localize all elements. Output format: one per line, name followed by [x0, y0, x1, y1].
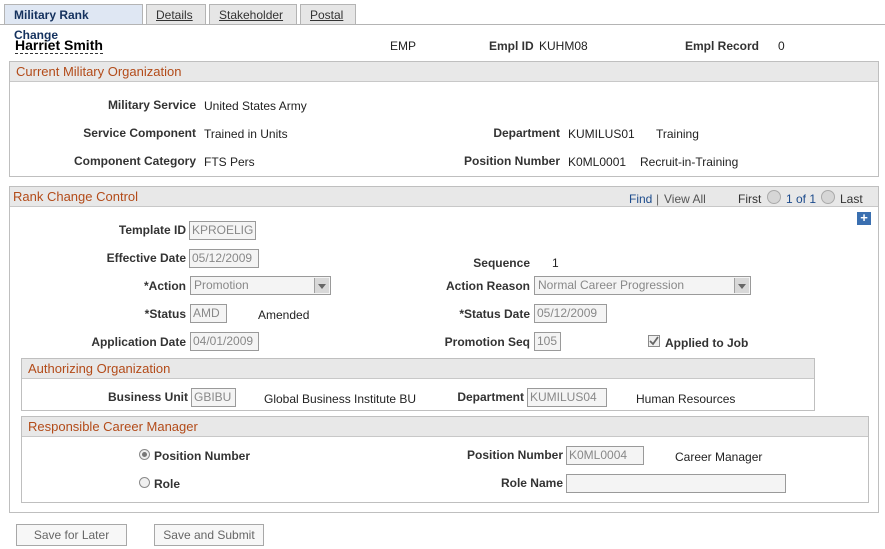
tab-stakeholder[interactable]: Stakeholder: [209, 4, 297, 24]
action-reason-select[interactable]: Normal Career Progression: [534, 276, 751, 295]
authorizing-department-field[interactable]: KUMILUS04: [527, 388, 607, 407]
role-radio[interactable]: [139, 477, 150, 488]
status-date-field[interactable]: 05/12/2009: [534, 304, 607, 323]
view-all-link[interactable]: View All: [664, 192, 706, 206]
action-label: *Action: [144, 279, 186, 293]
nav-separator: |: [656, 192, 660, 206]
chevron-down-icon: [314, 278, 329, 293]
employee-type: EMP: [390, 39, 417, 53]
last-label: Last: [840, 192, 863, 206]
promotion-seq-label: Promotion Seq: [444, 335, 530, 349]
authorizing-department-name: Human Resources: [636, 392, 736, 406]
status-label: *Status: [144, 307, 186, 321]
position-number-radio[interactable]: [139, 449, 150, 460]
career-manager-header: Responsible Career Manager: [22, 417, 868, 437]
save-and-submit-button[interactable]: Save and Submit: [154, 524, 264, 546]
military-service-value: United States Army: [204, 99, 307, 113]
service-component-label: Service Component: [83, 126, 196, 140]
status-field[interactable]: AMD: [190, 304, 227, 323]
applied-to-job-checkbox[interactable]: [648, 335, 660, 347]
position-number-radio-label: Position Number: [154, 449, 251, 463]
authorizing-org-header: Authorizing Organization: [22, 359, 814, 379]
template-id-field[interactable]: KPROELIG: [189, 221, 256, 240]
action-select-value: Promotion: [194, 278, 249, 292]
department-name: Training: [656, 127, 699, 141]
first-label: First: [738, 192, 762, 206]
service-component-value: Trained in Units: [204, 127, 288, 141]
department-code: KUMILUS01: [568, 127, 635, 141]
empl-id-value: KUHM08: [539, 39, 588, 53]
business-unit-label: Business Unit: [107, 390, 188, 404]
career-position-number-label: Position Number: [466, 448, 563, 462]
applied-to-job-label: Applied to Job: [665, 336, 749, 350]
status-date-label: *Status Date: [459, 307, 530, 321]
empl-record-label: Empl Record: [685, 39, 760, 53]
effective-date-field[interactable]: 05/12/2009: [189, 249, 259, 268]
business-unit-name: Global Business Institute BU: [264, 392, 417, 406]
previous-icon[interactable]: [767, 190, 781, 204]
career-position-name: Career Manager: [675, 450, 763, 464]
tab-military-rank-change[interactable]: Military Rank Change: [4, 4, 143, 42]
empl-id-label: Empl ID: [489, 39, 534, 53]
department-label: Department: [493, 126, 560, 140]
application-date-field[interactable]: 04/01/2009: [190, 332, 259, 351]
position-name: Recruit-in-Training: [640, 155, 739, 169]
add-row-icon[interactable]: +: [857, 211, 871, 225]
authorizing-department-label: Department: [457, 390, 524, 404]
employee-name: Harriet Smith: [15, 37, 103, 54]
template-id-label: Template ID: [118, 223, 186, 237]
tab-details[interactable]: Details: [146, 4, 206, 24]
role-radio-label: Role: [154, 477, 181, 491]
checkmark-icon: [649, 336, 659, 346]
career-position-number-field[interactable]: K0ML0004: [566, 446, 644, 465]
tab-postal[interactable]: Postal: [300, 4, 356, 24]
component-category-label: Component Category: [73, 154, 196, 168]
current-military-org-header: Current Military Organization: [10, 62, 878, 82]
position-number-label: Position Number: [463, 154, 560, 168]
position-number-value: K0ML0001: [568, 155, 627, 169]
next-icon[interactable]: [821, 190, 835, 204]
find-link[interactable]: Find: [629, 192, 652, 206]
component-category-value: FTS Pers: [204, 155, 255, 169]
chevron-down-icon: [734, 278, 749, 293]
empl-record-value: 0: [778, 39, 785, 53]
save-for-later-button[interactable]: Save for Later: [16, 524, 127, 546]
sequence-label: Sequence: [473, 256, 530, 270]
sequence-value: 1: [552, 256, 559, 270]
role-name-field[interactable]: [566, 474, 786, 493]
action-reason-select-value: Normal Career Progression: [538, 278, 685, 292]
promotion-seq-field[interactable]: 105: [534, 332, 561, 351]
action-reason-label: Action Reason: [445, 279, 530, 293]
status-description: Amended: [258, 308, 310, 322]
effective-date-label: Effective Date: [106, 251, 186, 265]
role-name-label: Role Name: [500, 476, 563, 490]
business-unit-field[interactable]: GBIBU: [191, 388, 236, 407]
row-count: 1 of 1: [786, 192, 817, 206]
tab-divider: [0, 24, 885, 25]
military-service-label: Military Service: [107, 98, 196, 112]
application-date-label: Application Date: [91, 335, 186, 349]
action-select[interactable]: Promotion: [190, 276, 331, 295]
